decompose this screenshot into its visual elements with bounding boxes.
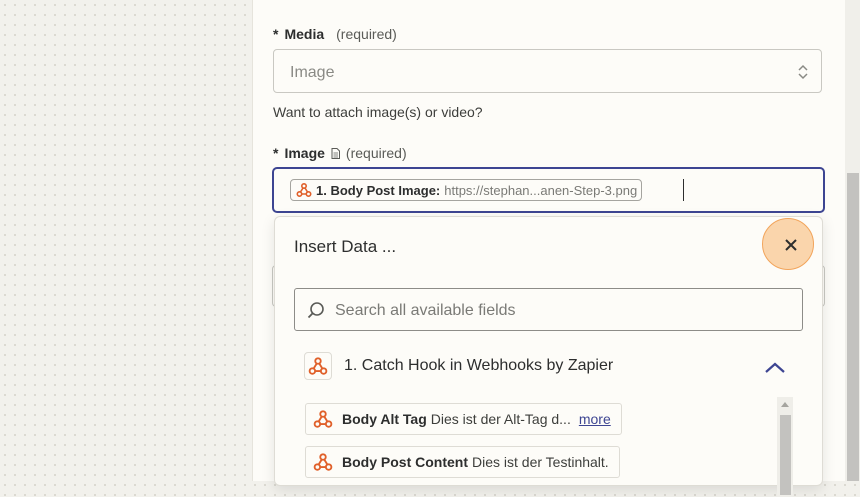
- media-label-text: Media: [284, 26, 325, 42]
- webhook-icon: [308, 357, 328, 375]
- field-item-body-post-content[interactable]: Body Post Content Dies ist der Testinhal…: [305, 446, 620, 478]
- field-value: Dies ist der Testinhalt.: [472, 454, 609, 470]
- insert-data-dropdown: Insert Data ... Search all available fie…: [274, 216, 823, 497]
- media-label: * Media (required): [273, 26, 397, 42]
- app-step-header[interactable]: 1. Catch Hook in Webhooks by Zapier: [304, 350, 792, 384]
- text-caret: [683, 179, 684, 201]
- chevron-up-icon[interactable]: [764, 362, 786, 374]
- media-select-value: Image: [290, 64, 335, 81]
- webhook-icon: [312, 408, 334, 430]
- doc-icon: [331, 147, 340, 159]
- webhook-app-icon: [304, 352, 332, 380]
- mapped-field-pill[interactable]: 1. Body Post Image: https://stephan...an…: [290, 179, 643, 201]
- select-chevrons-icon: [798, 64, 808, 80]
- insert-data-title: Insert Data ...: [294, 237, 397, 256]
- field-key: Body Alt Tag: [342, 411, 427, 427]
- webhook-icon: [296, 182, 312, 198]
- search-icon: [307, 302, 324, 319]
- required-star: *: [273, 26, 279, 42]
- pill-value: https://stephan...anen-Step-3.png: [444, 182, 638, 198]
- search-placeholder: Search all available fields: [335, 302, 516, 319]
- webhook-icon: [312, 451, 334, 473]
- media-required-text: (required): [336, 26, 397, 42]
- dropdown-scrollbar-thumb[interactable]: [780, 415, 791, 495]
- search-input[interactable]: Search all available fields: [294, 288, 803, 331]
- field-key: Body Post Content: [342, 454, 468, 470]
- media-select[interactable]: Image: [273, 49, 822, 93]
- close-icon[interactable]: [784, 238, 798, 252]
- image-required-text: (required): [345, 145, 407, 161]
- scroll-up-arrow-icon[interactable]: [781, 401, 789, 407]
- app-step-name: 1. Catch Hook in Webhooks by Zapier: [344, 357, 614, 374]
- pill-key: 1. Body Post Image:: [316, 182, 441, 198]
- page-scrollbar-thumb[interactable]: [847, 173, 859, 481]
- required-star: *: [273, 145, 279, 161]
- field-value: Dies ist der Alt-Tag d...: [430, 411, 571, 427]
- image-label-text: Image: [284, 145, 325, 161]
- media-help-text: Want to attach image(s) or video?: [273, 104, 483, 120]
- image-input[interactable]: 1. Body Post Image: https://stephan...an…: [272, 167, 825, 213]
- field-item-body-alt-tag[interactable]: Body Alt Tag Dies ist der Alt-Tag d... m…: [305, 403, 622, 435]
- more-link[interactable]: more: [579, 411, 611, 427]
- image-label: * Image (required): [273, 145, 407, 161]
